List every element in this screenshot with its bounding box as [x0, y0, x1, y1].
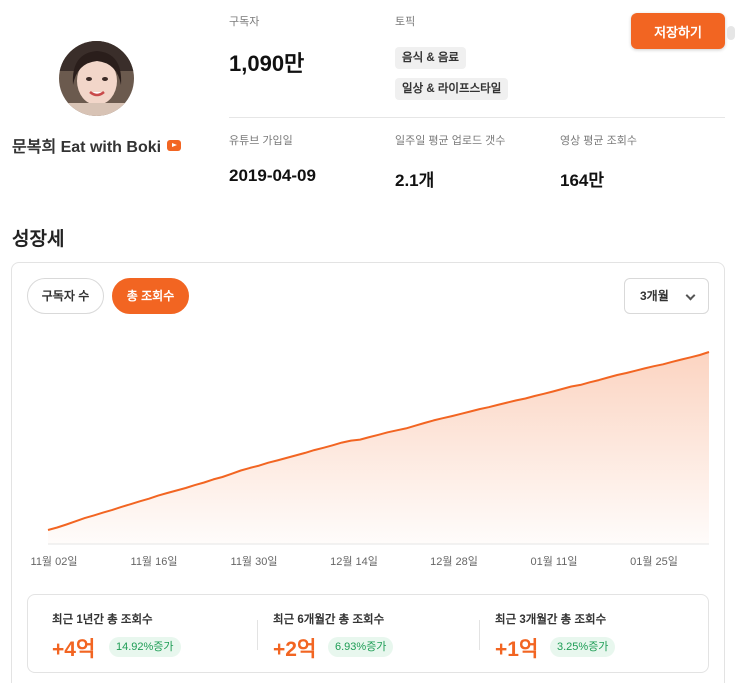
summary-label: 최근 1년간 총 조회수 — [52, 614, 153, 626]
tab-subscribers[interactable]: 구독자 수 — [27, 278, 104, 314]
summary-value: +2억 — [273, 638, 317, 661]
period-select-value: 3개월 — [640, 289, 669, 303]
topic-chip-lifestyle[interactable]: 일상 & 라이프스타일 — [395, 78, 509, 100]
summary-value: +4억 — [52, 638, 96, 661]
growth-badge: 6.93%증가 — [328, 637, 394, 657]
tab-total-views[interactable]: 총 조회수 — [112, 278, 189, 314]
views-summary: 최근 1년간 총 조회수 +4억 14.92%증가 최근 6개월간 총 조회수 … — [27, 594, 709, 673]
channel-avatar[interactable] — [59, 41, 134, 116]
summary-6-months: 최근 6개월간 총 조회수 +2억 6.93%증가 — [258, 595, 479, 674]
topic-label: 토픽 — [395, 16, 416, 28]
growth-section-title: 성장세 — [12, 229, 65, 250]
channel-profile: 문복희 Eat with Boki — [0, 0, 196, 200]
summary-3-months: 최근 3개월간 총 조회수 +1억 3.25%증가 — [480, 595, 708, 674]
avatar-image — [59, 41, 134, 116]
avg-views-value: 164만 — [560, 171, 605, 190]
summary-1-year: 최근 1년간 총 조회수 +4억 14.92%증가 — [28, 595, 256, 674]
subscribers-label: 구독자 — [229, 16, 260, 28]
summary-label: 최근 6개월간 총 조회수 — [273, 614, 385, 626]
joined-label: 유튜브 가입일 — [229, 135, 293, 147]
uploads-label: 일주일 평균 업로드 갯수 — [395, 135, 506, 147]
uploads-value: 2.1개 — [395, 171, 435, 190]
summary-label: 최근 3개월간 총 조회수 — [495, 614, 607, 626]
avg-views-label: 영상 평균 조회수 — [560, 135, 637, 147]
chevron-down-icon — [685, 290, 696, 301]
stats-divider — [229, 117, 725, 118]
scrollbar-thumb[interactable] — [727, 26, 735, 40]
growth-badge: 3.25%증가 — [550, 637, 616, 657]
topic-chip-food[interactable]: 음식 & 음료 — [395, 47, 467, 69]
growth-badge: 14.92%증가 — [109, 637, 181, 657]
youtube-play-icon[interactable] — [167, 139, 182, 151]
channel-name-text: 문복희 Eat with Boki — [12, 139, 162, 156]
summary-value: +1억 — [495, 638, 539, 661]
period-select[interactable]: 3개월 — [624, 278, 709, 314]
joined-value: 2019-04-09 — [229, 166, 316, 185]
channel-name[interactable]: 문복희 Eat with Boki — [12, 133, 182, 157]
save-button[interactable]: 저장하기 — [631, 13, 725, 49]
subscribers-value: 1,090만 — [229, 51, 305, 76]
